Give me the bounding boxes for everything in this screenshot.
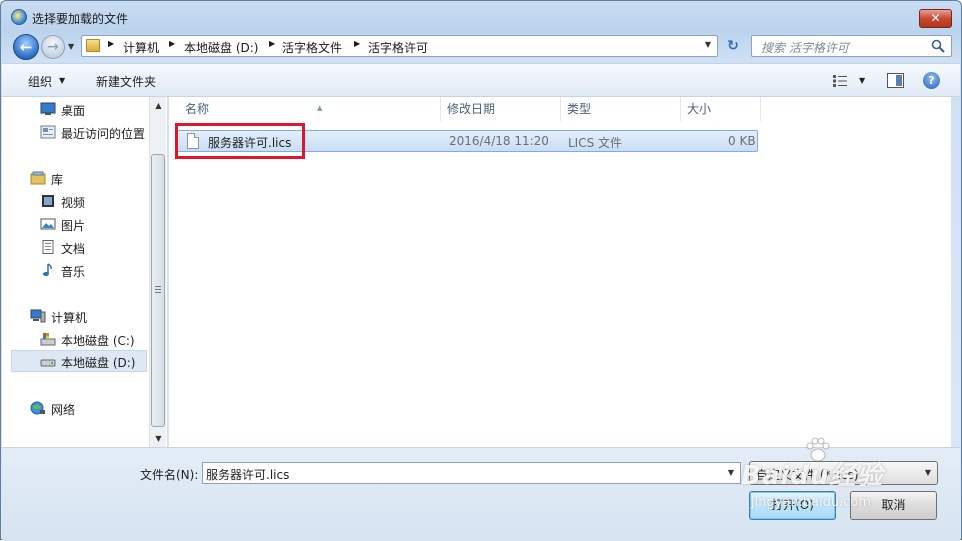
window-title: 选择要加载的文件 — [32, 12, 129, 26]
breadcrumb-separator-icon[interactable]: ▶ — [108, 39, 114, 48]
forward-arrow-icon: → — [47, 39, 59, 55]
breadcrumb-separator-icon[interactable]: ▶ — [169, 39, 175, 48]
network-icon — [30, 401, 45, 415]
open-file-dialog: 选择要加载的文件 ✕ ← → ▼ ▶ 计算机 ▶ 本地磁盘 (D:) ▶ 活字格… — [0, 0, 962, 541]
cancel-button[interactable]: 取消 — [850, 491, 937, 520]
file-type-dropdown-icon[interactable]: ▼ — [925, 468, 931, 477]
close-button[interactable]: ✕ — [919, 9, 952, 28]
sidebar-item-label: 本地磁盘 (C:) — [61, 334, 135, 348]
recent-places-icon — [40, 125, 56, 139]
file-size: 0 KB — [728, 134, 756, 148]
filename-value: 服务器许可.lics — [206, 468, 290, 482]
command-bar: 组织 ▼ 新建文件夹 ▼ ? — [2, 63, 960, 97]
video-icon — [42, 195, 54, 207]
filename-field[interactable]: 服务器许可.lics ▼ — [202, 462, 741, 484]
view-options-icon[interactable] — [832, 74, 848, 88]
new-folder-button[interactable]: 新建文件夹 — [96, 73, 156, 90]
file-name-panel: 文件名(N): 服务器许可.lics ▼ 自定义文件 (*.lics) ▼ 打开… — [2, 447, 960, 541]
drive-d-icon — [40, 359, 56, 367]
scroll-grip-icon — [155, 286, 161, 293]
filename-label: 文件名(N): — [140, 468, 199, 482]
forward-button[interactable]: → — [41, 35, 65, 59]
breadcrumb-computer[interactable]: 计算机 — [123, 39, 159, 56]
breadcrumb-drive-d[interactable]: 本地磁盘 (D:) — [184, 39, 258, 56]
navigation-scrollbar[interactable]: ▲ ▼ — [149, 97, 166, 447]
scroll-thumb[interactable] — [151, 154, 165, 427]
desktop-icon — [40, 102, 56, 115]
column-header-type[interactable]: 类型 — [561, 97, 681, 121]
breadcrumb-separator-icon[interactable]: ▶ — [269, 39, 275, 48]
column-header-label: 类型 — [567, 102, 592, 116]
view-dropdown-icon[interactable]: ▼ — [859, 76, 865, 85]
computer-icon — [30, 309, 46, 323]
column-header-size[interactable]: 大小 — [681, 97, 761, 121]
column-header-modified[interactable]: 修改日期 — [441, 97, 561, 121]
help-icon[interactable]: ? — [923, 72, 940, 89]
sidebar-item-label: 本地磁盘 (D:) — [61, 356, 136, 370]
file-modified: 2016/4/18 11:20 — [449, 134, 549, 148]
title-bar[interactable]: 选择要加载的文件 ✕ — [1, 1, 961, 31]
sidebar-item-label: 最近访问的位置 — [61, 127, 146, 141]
sidebar-item-label: 网络 — [51, 403, 76, 417]
picture-icon — [40, 218, 56, 230]
address-dropdown-icon[interactable]: ▼ — [705, 40, 711, 49]
sidebar-item-label: 视频 — [61, 196, 86, 210]
back-arrow-icon: ← — [19, 38, 33, 56]
refresh-icon: ↻ — [727, 38, 739, 54]
sidebar-item-label: 文档 — [61, 242, 86, 256]
organize-dropdown-icon[interactable]: ▼ — [59, 76, 65, 85]
preview-pane-icon[interactable] — [887, 73, 904, 88]
search-icon[interactable] — [931, 39, 945, 53]
internet-explorer-icon — [11, 9, 27, 25]
column-header-name[interactable]: 名称 ▲ — [179, 97, 441, 121]
sidebar-item-label: 计算机 — [51, 311, 88, 325]
navigation-pane[interactable]: 桌面 最近访问的位置 库 视频 图片 文档 音乐 计算机 本地磁盘 (C:) 本… — [2, 97, 168, 447]
search-box[interactable]: 搜索 活字格许可 — [751, 35, 952, 57]
folder-icon — [86, 39, 100, 52]
scroll-up-icon[interactable]: ▲ — [150, 97, 167, 114]
open-button[interactable]: 打开(O) — [749, 491, 836, 520]
music-icon — [43, 263, 52, 276]
refresh-button[interactable]: ↻ — [723, 36, 743, 56]
address-bar[interactable]: ▶ 计算机 ▶ 本地磁盘 (D:) ▶ 活字格文件 ▶ 活字格许可 ▼ — [81, 35, 718, 57]
file-type-select[interactable]: 自定义文件 (*.lics) ▼ — [749, 461, 938, 485]
scroll-down-icon[interactable]: ▼ — [150, 430, 167, 447]
document-icon — [42, 240, 54, 254]
search-placeholder: 搜索 活字格许可 — [761, 41, 849, 55]
column-header-label: 大小 — [687, 102, 712, 116]
breadcrumb-separator-icon[interactable]: ▶ — [354, 39, 360, 48]
sidebar-item-label: 图片 — [61, 219, 86, 233]
history-dropdown-icon[interactable]: ▼ — [68, 42, 74, 51]
red-highlight-annotation — [175, 123, 305, 159]
file-type: LICS 文件 — [568, 136, 623, 150]
sort-ascending-icon: ▲ — [317, 104, 323, 112]
file-type-value: 自定义文件 (*.lics) — [756, 468, 859, 482]
sidebar-item-label: 桌面 — [61, 104, 86, 118]
breadcrumb-folder-license[interactable]: 活字格许可 — [368, 39, 428, 56]
column-header-label: 修改日期 — [447, 102, 496, 116]
column-header-label: 名称 — [185, 102, 210, 116]
organize-button[interactable]: 组织 — [28, 73, 52, 90]
library-icon — [30, 171, 46, 185]
sidebar-item-drive-d[interactable]: 本地磁盘 (D:) — [11, 350, 147, 372]
breadcrumb-folder-files[interactable]: 活字格文件 — [282, 39, 342, 56]
drive-c-icon — [40, 333, 56, 346]
filename-dropdown-icon[interactable]: ▼ — [728, 468, 734, 477]
sidebar-item-label: 音乐 — [61, 265, 86, 279]
sidebar-item-label: 库 — [51, 173, 64, 187]
back-button[interactable]: ← — [13, 34, 39, 60]
